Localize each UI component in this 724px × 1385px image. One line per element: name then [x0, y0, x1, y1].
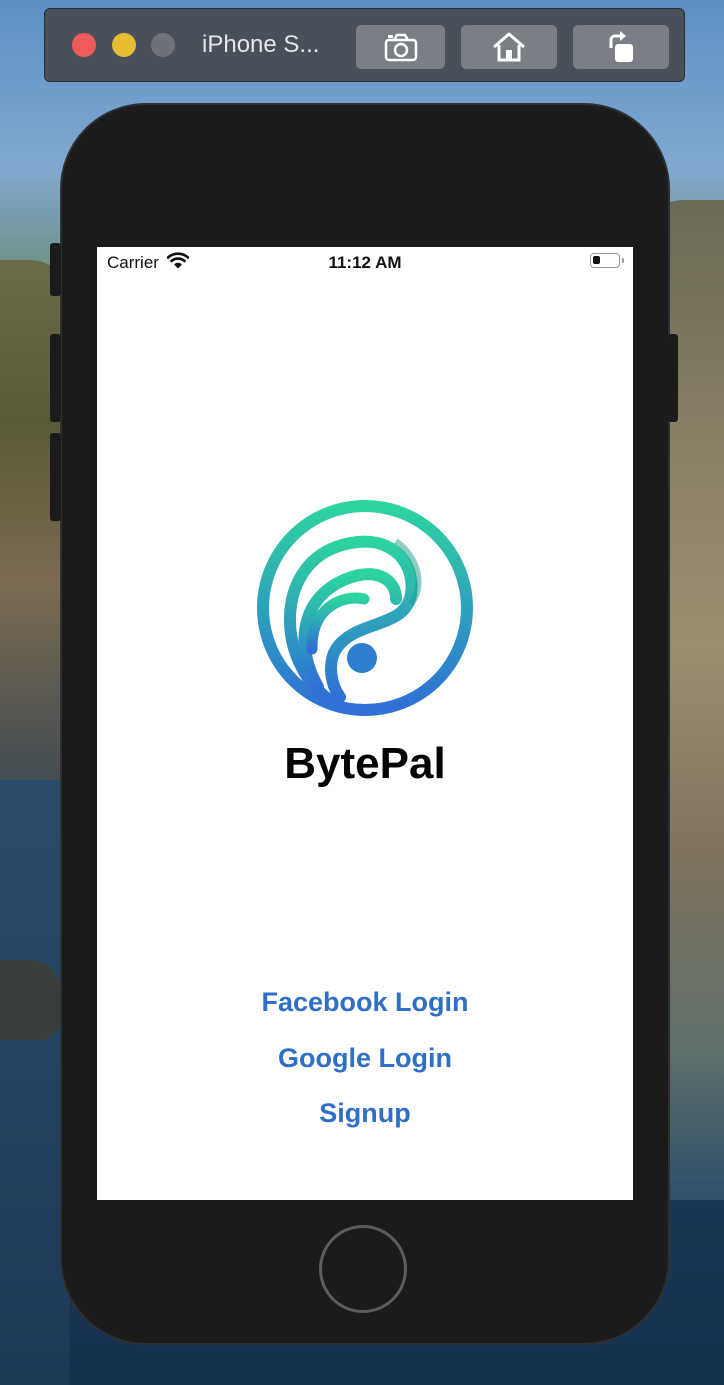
home-icon	[493, 32, 525, 62]
battery-level	[593, 256, 600, 264]
camera-icon	[384, 33, 417, 62]
volume-up-button	[50, 334, 61, 422]
battery-icon	[590, 253, 620, 268]
google-login-button[interactable]: Google Login	[97, 1043, 633, 1074]
app-name: BytePal	[284, 739, 446, 788]
status-time: 11:12 AM	[328, 253, 402, 272]
window-title: iPhone S...	[202, 31, 320, 58]
home-button[interactable]	[319, 1225, 407, 1313]
phone-screen: Carrier 11:12 AM BytePal Facebook Login …	[97, 247, 633, 1200]
home-toolbar-button[interactable]	[461, 25, 557, 69]
facebook-login-button[interactable]: Facebook Login	[97, 987, 633, 1018]
battery-cap	[622, 258, 624, 263]
volume-down-button	[50, 433, 61, 521]
desktop-wallpaper-rocks	[0, 960, 60, 1040]
rotate-icon	[609, 31, 633, 62]
status-bar: Carrier 11:12 AM	[97, 247, 633, 277]
bytepal-logo-icon	[257, 500, 473, 716]
minimize-window-button[interactable]	[112, 33, 136, 57]
zoom-window-button[interactable]	[151, 33, 175, 57]
close-window-button[interactable]	[72, 33, 96, 57]
simulator-toolbar: iPhone S...	[44, 8, 685, 82]
screenshot-button[interactable]	[356, 25, 445, 69]
rotate-button[interactable]	[573, 25, 669, 69]
mute-switch	[50, 243, 61, 296]
power-button	[668, 334, 678, 422]
signup-button[interactable]: Signup	[97, 1098, 633, 1129]
